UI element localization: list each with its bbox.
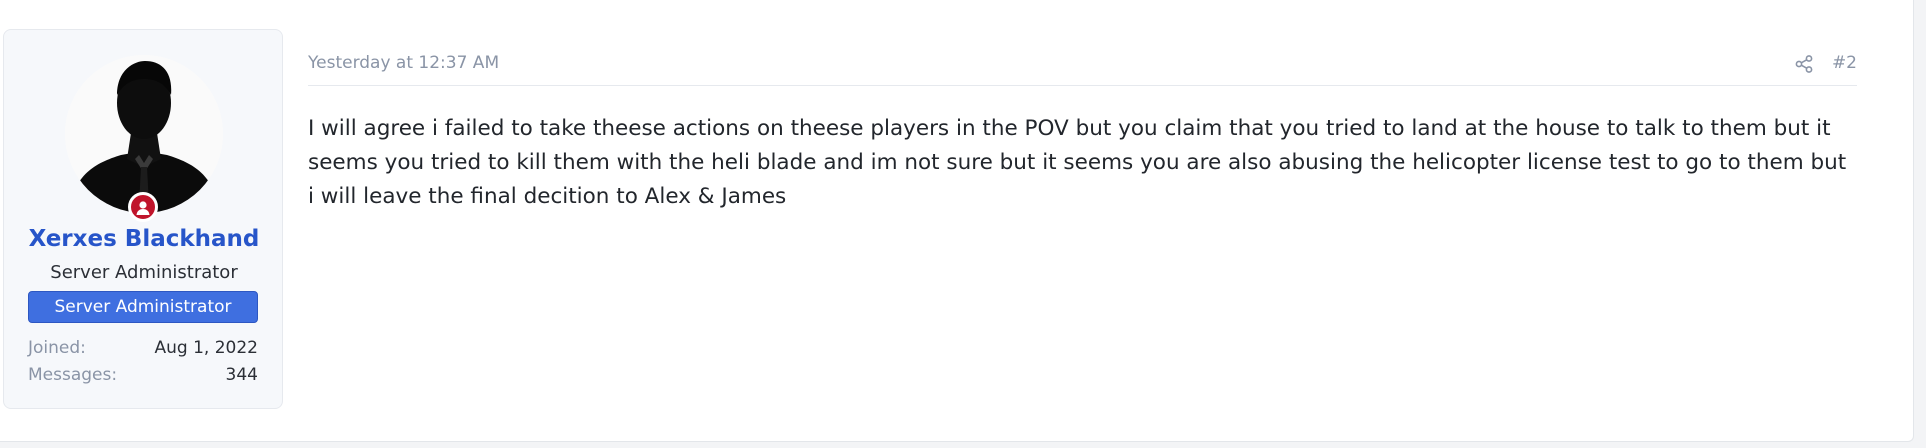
post-number-link[interactable]: #2 bbox=[1832, 53, 1857, 73]
stat-label: Messages: bbox=[28, 365, 118, 385]
user-title: Server Administrator bbox=[50, 262, 238, 283]
post-header: Yesterday at 12:37 AM #2 bbox=[308, 53, 1857, 86]
forum-post: Xerxes Blackhand Server Administrator Se… bbox=[0, 0, 1914, 442]
user-banner: Server Administrator bbox=[28, 291, 258, 323]
stat-value: Aug 1, 2022 bbox=[154, 338, 259, 358]
user-card: Xerxes Blackhand Server Administrator Se… bbox=[3, 29, 283, 409]
post-date-link[interactable]: Yesterday at 12:37 AM bbox=[308, 53, 499, 73]
stat-value[interactable]: 344 bbox=[226, 365, 258, 385]
silhouette-avatar-icon bbox=[65, 55, 223, 213]
share-icon[interactable] bbox=[1794, 54, 1814, 74]
post-message: I will agree i failed to take theese act… bbox=[308, 116, 1847, 209]
username-link[interactable]: Xerxes Blackhand bbox=[4, 226, 284, 252]
user-circle-icon bbox=[128, 192, 158, 222]
avatar[interactable] bbox=[65, 55, 223, 213]
stat-label: Joined: bbox=[28, 338, 86, 358]
